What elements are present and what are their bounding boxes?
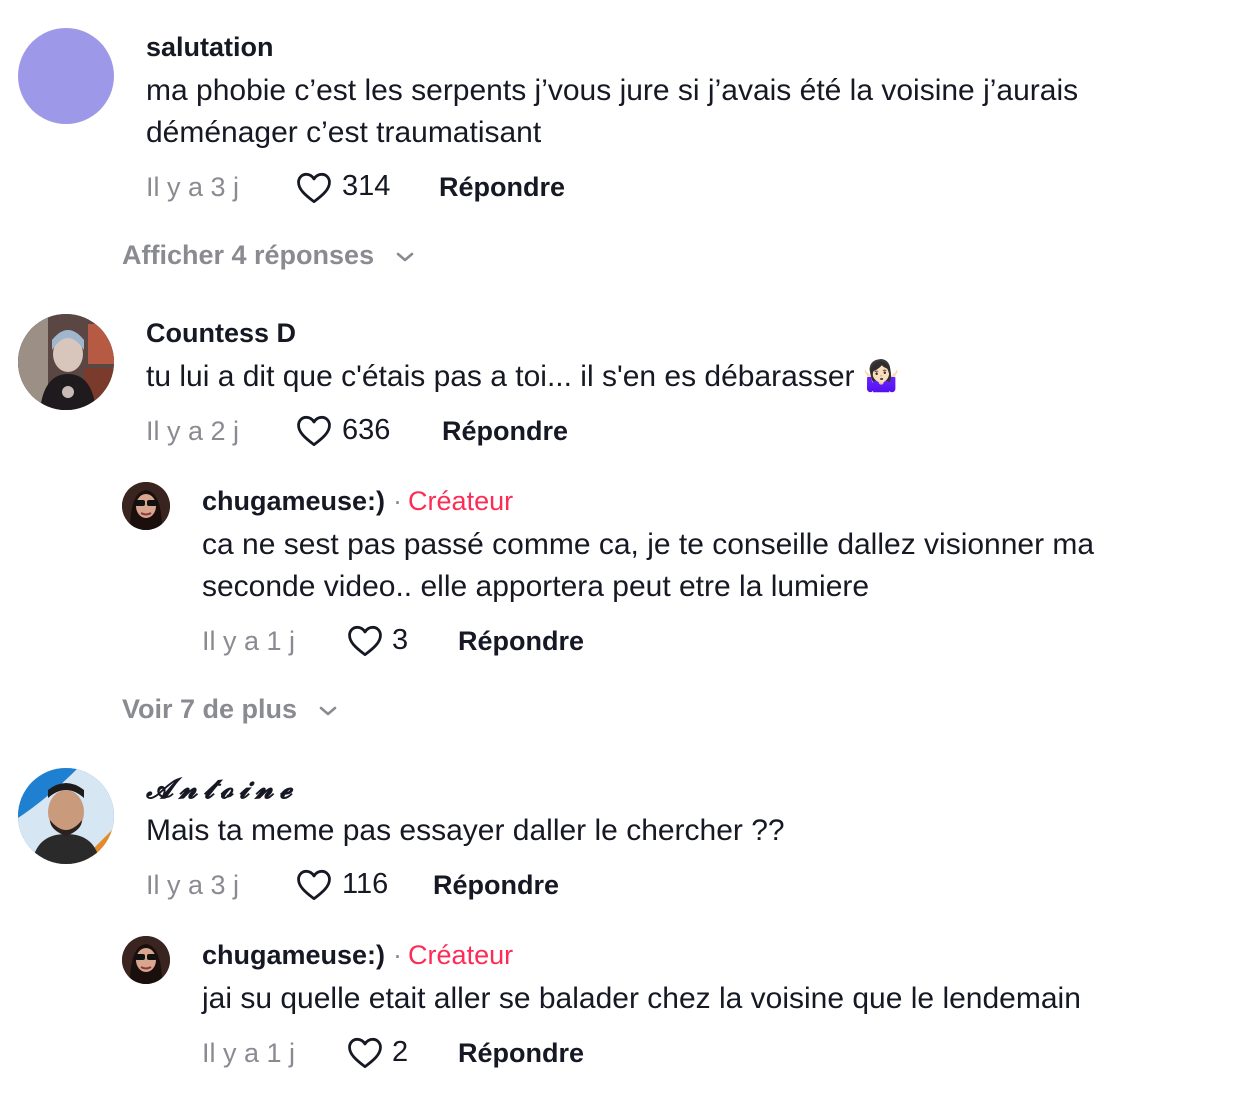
separator-dot: · <box>393 486 403 516</box>
reply-button[interactable]: Répondre <box>442 416 568 447</box>
heart-outline-icon[interactable] <box>295 867 333 901</box>
comment-text: tu lui a dit que c'étais pas a toi... il… <box>146 360 901 393</box>
comment-timestamp: Il y a 3 j <box>146 172 240 202</box>
comment-text: ma phobie c’est les serpents j’vous jure… <box>146 74 1079 149</box>
avatar-photo <box>18 314 114 410</box>
separator-dot: · <box>393 940 403 970</box>
show-more-label: Voir 7 de plus <box>122 694 298 724</box>
reply-header: chugameuse:) · Créateur <box>202 940 513 971</box>
heart-outline-icon[interactable] <box>346 1035 384 1069</box>
avatar-chugameuse[interactable] <box>122 936 170 984</box>
heart-outline-icon[interactable] <box>295 413 333 447</box>
comment-username[interactable]: Countess D <box>146 318 296 349</box>
show-replies-button[interactable]: Afficher 4 réponses <box>122 240 416 271</box>
heart-outline-icon[interactable] <box>295 170 333 204</box>
reply-header: chugameuse:) · Créateur <box>202 486 513 517</box>
chevron-down-icon <box>319 706 336 716</box>
comment-timestamp: Il y a 2 j <box>146 416 240 446</box>
like-count: 3 <box>392 624 409 656</box>
comment-timestamp: Il y a 3 j <box>146 870 240 900</box>
like-count: 116 <box>342 868 389 900</box>
reply-button[interactable]: Répondre <box>458 1038 584 1069</box>
reply-button[interactable]: Répondre <box>433 870 559 901</box>
avatar-chugameuse[interactable] <box>122 482 170 530</box>
chevron-down-icon <box>396 252 413 262</box>
show-more-button[interactable]: Voir 7 de plus <box>122 694 339 725</box>
reply-button[interactable]: Répondre <box>439 172 565 203</box>
comment-username[interactable]: salutation <box>146 32 274 63</box>
reply-button[interactable]: Répondre <box>458 626 584 657</box>
show-replies-label: Afficher 4 réponses <box>122 240 375 270</box>
reply-username[interactable]: chugameuse:) <box>202 486 385 516</box>
avatar-photo <box>122 482 170 530</box>
reply-username[interactable]: chugameuse:) <box>202 940 385 970</box>
avatar-antoine[interactable] <box>18 768 114 864</box>
heart-outline-icon[interactable] <box>346 623 384 657</box>
comment-text: Mais ta meme pas essayer daller le cherc… <box>146 814 785 847</box>
like-count: 2 <box>392 1036 409 1068</box>
avatar-photo <box>122 936 170 984</box>
reply-timestamp: Il y a 1 j <box>202 1038 296 1068</box>
reply-timestamp: Il y a 1 j <box>202 626 296 656</box>
like-count: 314 <box>342 170 391 202</box>
reply-text: jai su quelle etait aller se balader che… <box>202 982 1081 1015</box>
creator-badge: Créateur <box>408 940 514 970</box>
avatar-salutation[interactable] <box>18 28 114 124</box>
creator-badge: Créateur <box>408 486 514 516</box>
avatar-countess-d[interactable] <box>18 314 114 410</box>
avatar-photo <box>18 768 114 864</box>
like-count: 636 <box>342 414 391 446</box>
reply-text: ca ne sest pas passé comme ca, je te con… <box>202 528 1095 603</box>
comment-username[interactable]: 𝓐𝓷𝓽𝓸𝓲𝓷𝓮 <box>146 772 298 806</box>
